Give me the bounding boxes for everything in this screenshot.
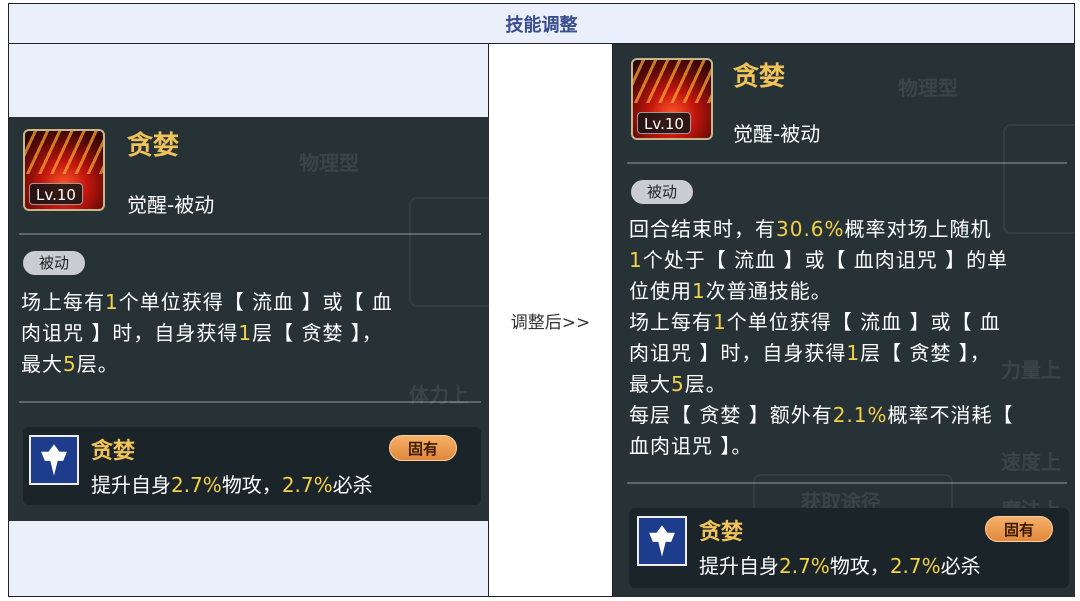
desc-line: 最大5层。 <box>21 352 119 376</box>
divider <box>19 401 481 403</box>
header-title: 技能调整 <box>505 14 578 36</box>
divider <box>627 482 1067 484</box>
sub-skill-name: 贪婪 <box>91 439 136 464</box>
desc-line: 每层【 贪婪 】额外有2.1%概率不消耗【 <box>629 403 1014 427</box>
desc-line: 肉诅咒 】时，自身获得1层【 贪婪 】， <box>21 321 383 345</box>
adjust-label: 调整后>> <box>510 312 591 333</box>
after-skill-panel: 物理型 获取途径 速度上 魔法上 力量上 Lv.10 贪婪 觉醒-被动 被动 回… <box>613 44 1075 597</box>
level-badge: Lv.10 <box>29 183 83 205</box>
desc-line: 肉诅咒 】时，自身获得1层【 贪婪 】， <box>629 341 991 365</box>
skill-description: 回合结束时，有30.6%概率对场上随机 1个处于【 流血 】或【 血肉诅咒 】的… <box>629 214 1014 462</box>
flame-icon <box>25 131 103 174</box>
divider <box>627 162 1067 164</box>
passive-tag: 被动 <box>631 180 694 204</box>
passive-tag: 被动 <box>23 251 86 275</box>
sub-skill-desc: 提升自身2.7%物攻，2.7%必杀 <box>91 473 373 497</box>
bg-text: 物理型 <box>299 151 359 175</box>
sub-skill-desc: 提升自身2.7%物攻，2.7%必杀 <box>699 554 981 578</box>
sub-skill-card: 贪婪 固有 提升自身2.7%物攻，2.7%必杀 <box>23 427 481 505</box>
skill-name: 贪婪 <box>733 62 786 92</box>
table-header: 技能调整 <box>9 4 1074 44</box>
bg-decoration <box>409 197 489 307</box>
sub-skill-card: 贪婪 固有 提升自身2.7%物攻，2.7%必杀 <box>629 508 1069 588</box>
skill-name: 贪婪 <box>127 131 180 161</box>
before-skill-panel: 物理型 体力上 Lv.10 贪婪 觉醒-被动 被动 场上每有1个单位获得【 流血… <box>9 117 489 521</box>
flame-icon <box>633 60 711 103</box>
skill-type: 觉醒-被动 <box>127 193 215 217</box>
desc-line: 场上每有1个单位获得【 流血 】或【 血 <box>629 310 1001 334</box>
strength-icon <box>29 435 79 485</box>
desc-line: 场上每有1个单位获得【 流血 】或【 血 <box>21 290 393 314</box>
bg-decoration <box>1003 124 1075 234</box>
skill-icon: Lv.10 <box>631 58 713 140</box>
strength-icon <box>637 516 687 566</box>
after-column: 物理型 获取途径 速度上 魔法上 力量上 Lv.10 贪婪 觉醒-被动 被动 回… <box>613 44 1075 597</box>
desc-line: 1个处于【 流血 】或【 血肉诅咒 】的单 <box>629 248 1009 272</box>
before-column: 物理型 体力上 Lv.10 贪婪 觉醒-被动 被动 场上每有1个单位获得【 流血… <box>9 44 489 596</box>
level-badge: Lv.10 <box>637 112 691 134</box>
divider <box>19 233 481 235</box>
desc-line: 回合结束时，有30.6%概率对场上随机 <box>629 217 992 241</box>
desc-line: 位使用1次普通技能。 <box>629 279 832 303</box>
comparison-table: 技能调整 物理型 体力上 Lv.10 贪婪 觉醒-被动 被动 场上每有1个单位获… <box>8 3 1075 597</box>
desc-line: 血肉诅咒 】。 <box>629 434 753 458</box>
adjust-arrow-column: 调整后>> <box>489 44 613 596</box>
innate-badge: 固有 <box>985 516 1054 542</box>
desc-line: 最大5层。 <box>629 372 727 396</box>
bg-text: 体力上 <box>409 383 469 407</box>
innate-badge: 固有 <box>389 435 458 461</box>
skill-description: 场上每有1个单位获得【 流血 】或【 血 肉诅咒 】时，自身获得1层【 贪婪 】… <box>21 287 393 380</box>
bg-text: 物理型 <box>898 76 958 100</box>
skill-type: 觉醒-被动 <box>733 122 821 146</box>
skill-icon: Lv.10 <box>23 129 105 211</box>
sub-skill-name: 贪婪 <box>699 520 744 545</box>
